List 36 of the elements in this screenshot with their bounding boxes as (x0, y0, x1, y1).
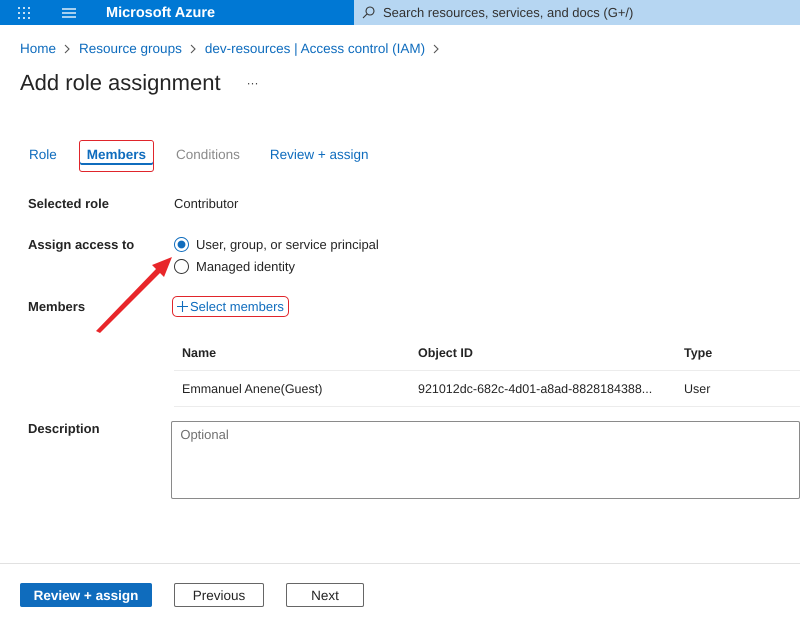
column-header: Object ID (417, 346, 474, 360)
tab[interactable]: Review + assign (262, 140, 377, 172)
more-button[interactable]: ··· (244, 76, 261, 90)
table-cell-text: User (683, 382, 712, 396)
radio-label[interactable]: Managed identity (196, 259, 296, 274)
tab[interactable]: Members (78, 140, 154, 172)
select-members-link[interactable]: Select members (174, 298, 287, 315)
role-value: Contributor (174, 196, 238, 211)
app-launcher-icon[interactable] (18, 6, 30, 18)
breadcrumb-link[interactable]: Home (20, 41, 56, 56)
tab[interactable]: Role (20, 140, 65, 172)
table-cell-text: 921012dc-682c-4d01-a8ad-8828184388... (417, 382, 654, 396)
radio-button[interactable] (174, 259, 189, 274)
field-label: Selected role (28, 196, 110, 211)
breadcrumb-link[interactable]: Resource groups (79, 41, 182, 56)
breadcrumb-link[interactable]: dev-resources | Access control (IAM) (204, 41, 426, 56)
column-header: Name (181, 346, 218, 360)
secondary-button[interactable]: Next (286, 583, 364, 607)
field-label: Description (28, 421, 101, 438)
field-label: Assign access to (28, 237, 136, 254)
search-field[interactable]: Search resources, services, and docs (G+/) (354, 0, 800, 25)
table-cell-text: Emmanuel Anene(Guest) (181, 382, 324, 396)
menu-icon[interactable] (62, 8, 76, 18)
page-title: Add role assignment (20, 70, 221, 96)
brand-title[interactable]: Microsoft Azure (106, 4, 354, 20)
primary-button[interactable]: Review + assign (20, 583, 152, 607)
column-header: Type (683, 346, 714, 360)
description-field[interactable]: Optional (171, 421, 800, 499)
secondary-button[interactable]: Previous (174, 583, 264, 607)
radio-button[interactable] (174, 237, 189, 252)
chevron-icon (64, 44, 72, 54)
field-label: Members (28, 299, 86, 314)
chevron-icon (190, 44, 197, 54)
plus-icon (177, 301, 188, 312)
radio-label[interactable]: User, group, or service principal (196, 237, 379, 252)
chevron-icon (433, 44, 440, 54)
